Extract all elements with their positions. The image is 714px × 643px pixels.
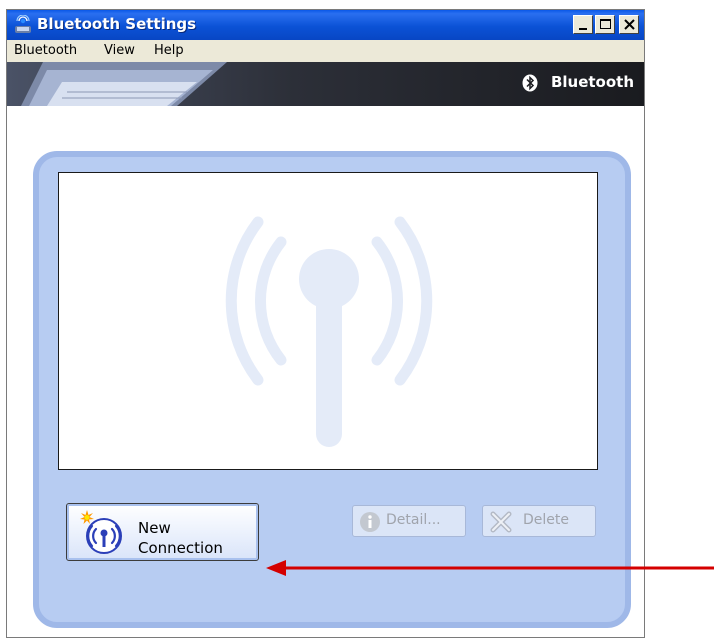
title-bar[interactable]: Bluetooth Settings [7,10,644,40]
new-connection-antenna-icon [80,510,122,554]
menu-bar: Bluetooth View Help [7,40,644,62]
new-connection-label: New Connection [138,518,223,558]
minimize-button[interactable] [573,15,593,34]
close-icon [624,19,635,30]
new-connection-button[interactable]: New Connection [66,503,259,561]
bluetooth-logo-icon [522,74,538,92]
annotation-arrow [266,560,714,576]
menu-help[interactable]: Help [154,43,184,58]
new-sparkle-icon [80,510,94,524]
connections-list[interactable] [58,172,598,470]
info-icon [360,512,380,532]
menu-bluetooth[interactable]: Bluetooth [14,43,77,58]
branding-banner: Bluetooth [7,62,644,106]
delete-button[interactable]: Delete [482,505,596,537]
bluetooth-brand-text: Bluetooth [550,73,634,91]
laptop-illustration [21,62,227,106]
new-connection-line2: Connection [138,539,223,557]
minimize-icon [579,28,587,30]
new-connection-line1: New [138,519,171,537]
bluetooth-settings-app-icon [13,14,33,35]
delete-x-icon [490,511,512,533]
maximize-button[interactable] [595,15,615,34]
delete-label: Delete [523,512,569,528]
close-button[interactable] [619,15,639,34]
antenna-signal-icon [225,216,433,447]
maximize-icon [600,19,611,29]
detail-button[interactable]: Detail... [352,505,466,537]
window-title: Bluetooth Settings [37,15,197,33]
detail-label: Detail... [386,512,441,528]
menu-view[interactable]: View [104,43,135,58]
